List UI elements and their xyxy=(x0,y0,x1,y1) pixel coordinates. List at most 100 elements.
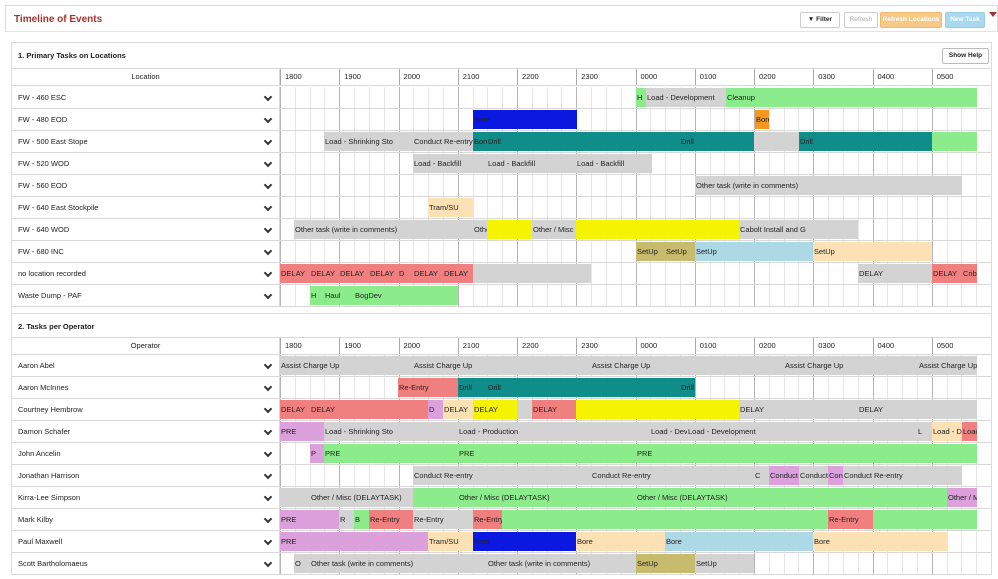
task-bar[interactable]: Load - Backfill xyxy=(576,154,652,173)
task-bar[interactable]: Load - Shrinking Sto xyxy=(324,422,458,441)
task-bar[interactable]: Load - Production xyxy=(458,422,650,441)
task-bar[interactable]: DELAY xyxy=(532,400,576,419)
task-bar[interactable]: PRE xyxy=(636,444,977,463)
chevron-down-icon[interactable] xyxy=(263,514,273,524)
task-bar[interactable]: DELAY xyxy=(932,264,962,283)
chevron-down-icon[interactable] xyxy=(263,158,273,168)
task-bar[interactable]: Other / Misc (DELAYTASK) xyxy=(947,488,977,507)
task-bar[interactable]: PRE xyxy=(280,532,310,551)
new-task-button[interactable]: New Task xyxy=(945,12,985,28)
task-bar[interactable]: Assist Charge Up xyxy=(918,356,977,375)
task-bar[interactable] xyxy=(413,488,458,507)
task-bar[interactable]: DELAY xyxy=(858,264,932,283)
task-bar[interactable]: Other / Misc (DELAYTASK) xyxy=(532,220,576,239)
task-bar[interactable]: Load - Development xyxy=(962,422,977,441)
task-bar[interactable]: Re-Entry xyxy=(413,510,473,529)
task-bar[interactable]: Conduct Re-entry xyxy=(799,466,828,485)
task-bar[interactable]: Bore xyxy=(473,132,487,151)
chevron-down-icon[interactable] xyxy=(263,426,273,436)
task-bar[interactable]: L xyxy=(917,422,932,441)
task-bar[interactable]: D xyxy=(428,400,443,419)
task-bar[interactable]: PRE xyxy=(458,444,636,463)
task-bar[interactable]: DELAY xyxy=(310,400,428,419)
task-bar[interactable]: SetUp xyxy=(813,242,932,261)
chevron-down-icon[interactable] xyxy=(263,224,273,234)
task-bar[interactable] xyxy=(487,220,532,239)
task-bar[interactable]: Cabolt Install and G xyxy=(739,220,858,239)
task-bar[interactable]: Drill xyxy=(458,378,487,397)
refresh-button[interactable]: Refresh xyxy=(844,12,878,28)
task-bar[interactable]: SetUp xyxy=(636,554,695,573)
task-bar[interactable]: H xyxy=(636,88,646,107)
task-bar[interactable]: DELAY xyxy=(369,264,398,283)
task-bar[interactable]: Load - Development xyxy=(646,88,726,107)
chevron-down-icon[interactable] xyxy=(263,382,273,392)
task-bar[interactable]: Load - Development xyxy=(650,422,687,441)
task-bar[interactable]: DELAY xyxy=(280,264,310,283)
task-bar[interactable] xyxy=(473,264,591,283)
task-bar[interactable] xyxy=(502,510,828,529)
task-bar[interactable]: Load - Backfill xyxy=(487,154,576,173)
task-bar[interactable]: P xyxy=(310,444,324,463)
chevron-down-icon[interactable] xyxy=(263,448,273,458)
chevron-down-icon[interactable] xyxy=(263,180,273,190)
task-bar[interactable]: Drill xyxy=(680,132,754,151)
task-bar[interactable]: C xyxy=(754,466,769,485)
task-bar[interactable]: DELAY xyxy=(473,400,517,419)
task-bar[interactable]: O xyxy=(294,554,310,573)
task-bar[interactable]: SetUp xyxy=(665,242,695,261)
task-bar[interactable]: Other / Misc (DELAYTASK) xyxy=(310,488,413,507)
task-bar[interactable] xyxy=(576,400,739,419)
chevron-down-icon[interactable] xyxy=(263,536,273,546)
task-bar[interactable]: Conduct Re-entry xyxy=(828,466,843,485)
task-bar[interactable]: PRE xyxy=(280,510,339,529)
task-bar[interactable]: Other / Misc (DELAYTASK) xyxy=(458,488,636,507)
refresh-locations-button[interactable]: Refresh Locations xyxy=(880,12,942,28)
task-bar[interactable]: Load - Development xyxy=(932,422,962,441)
task-bar[interactable]: Other task (write in comments) xyxy=(310,554,487,573)
task-bar[interactable]: DELAY xyxy=(443,264,473,283)
task-bar[interactable]: Re-Entry xyxy=(473,510,502,529)
task-bar[interactable]: Load - Development xyxy=(687,422,917,441)
task-bar[interactable]: BogDev xyxy=(354,286,458,305)
task-bar[interactable]: DELAY xyxy=(280,400,310,419)
task-bar[interactable]: Re-Entry xyxy=(369,510,413,529)
task-bar[interactable]: Haul xyxy=(324,286,354,305)
task-bar[interactable] xyxy=(873,510,977,529)
task-bar[interactable] xyxy=(754,132,799,151)
task-bar[interactable]: Other task (write in comments) xyxy=(695,176,962,195)
task-bar[interactable]: Assist Charge Up xyxy=(413,356,591,375)
task-bar[interactable]: PRE xyxy=(324,444,458,463)
task-bar[interactable]: Conduct Re-entry xyxy=(769,466,799,485)
task-bar[interactable]: Bore xyxy=(473,110,577,129)
task-bar[interactable]: Drill xyxy=(487,132,680,151)
task-bar[interactable]: PRE xyxy=(280,422,310,441)
task-bar[interactable] xyxy=(517,400,532,419)
task-bar[interactable]: DELAY xyxy=(310,264,339,283)
task-bar[interactable]: Conduct Re-entry xyxy=(413,466,591,485)
task-bar[interactable]: DELAY xyxy=(739,400,858,419)
task-bar[interactable] xyxy=(310,532,428,551)
task-bar[interactable]: Assist Charge Up xyxy=(784,356,918,375)
task-bar[interactable]: Re-Entry xyxy=(828,510,873,529)
task-bar[interactable]: Re-Entry xyxy=(398,378,458,397)
task-bar[interactable]: Cleanup xyxy=(726,88,977,107)
task-bar[interactable]: Conduct Re-entry xyxy=(843,466,962,485)
task-bar[interactable]: Other task (write in comments) xyxy=(294,220,473,239)
task-bar[interactable]: Bore xyxy=(576,532,665,551)
chevron-down-icon[interactable] xyxy=(263,290,273,300)
task-bar[interactable]: Assist Charge Up xyxy=(591,356,784,375)
chevron-down-icon[interactable] xyxy=(263,360,273,370)
chevron-down-icon[interactable] xyxy=(263,492,273,502)
task-bar[interactable]: DELAY xyxy=(339,264,369,283)
task-bar[interactable]: DELAY xyxy=(413,264,443,283)
task-bar[interactable]: Bore xyxy=(665,532,813,551)
task-bar[interactable]: Load - Backfill xyxy=(413,154,487,173)
task-bar[interactable]: Other task (write in comments) xyxy=(487,554,636,573)
task-bar[interactable]: Drill xyxy=(680,378,695,397)
task-bar[interactable]: SetUp xyxy=(636,242,665,261)
chevron-down-icon[interactable] xyxy=(263,92,273,102)
chevron-down-icon[interactable] xyxy=(263,202,273,212)
task-bar[interactable]: Other / Misc (DELAYTASK) xyxy=(636,488,947,507)
task-bar[interactable]: Assist Charge Up xyxy=(280,356,413,375)
